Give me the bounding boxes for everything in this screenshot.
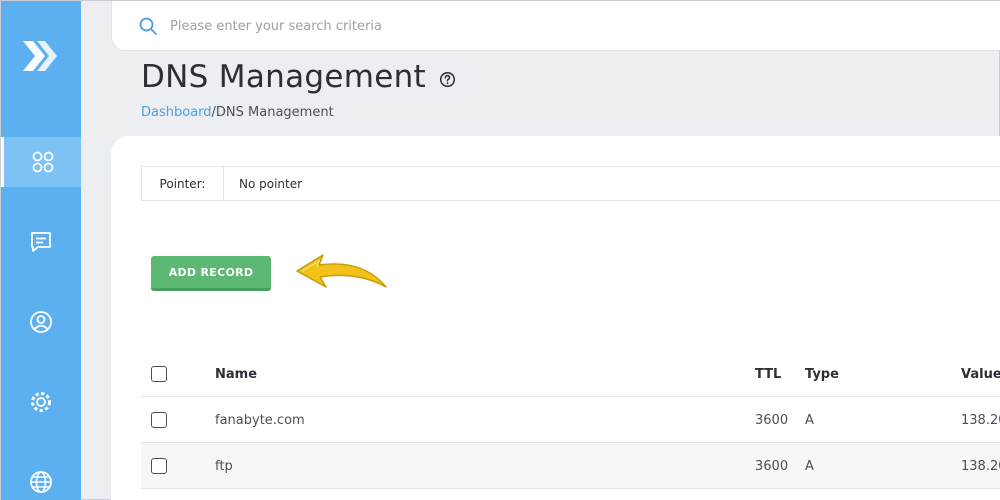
highlight-arrow-icon — [296, 254, 387, 288]
sidebar-item-dashboard[interactable] — [1, 137, 81, 187]
pointer-row: Pointer: No pointer — [141, 166, 1000, 201]
record-name: fanabyte.com — [215, 412, 305, 428]
sidebar-item-messages[interactable] — [1, 217, 81, 267]
table-header: Name TTL Type Value — [141, 351, 1000, 397]
pointer-label: Pointer: — [142, 167, 224, 200]
row-checkbox[interactable] — [151, 412, 167, 428]
breadcrumb: Dashboard/DNS Management — [141, 105, 334, 120]
add-record-button[interactable]: ADD RECORD — [151, 256, 271, 291]
column-header-value[interactable]: Value — [961, 351, 1000, 397]
search-bar — [111, 1, 1000, 51]
record-ttl: 3600 — [755, 412, 789, 428]
user-icon — [30, 311, 52, 333]
chat-icon — [31, 232, 51, 252]
record-name: ftp — [215, 458, 233, 474]
column-header-ttl[interactable]: TTL — [755, 351, 781, 397]
select-all-checkbox[interactable] — [151, 366, 167, 382]
table-row[interactable]: fanabyte.com 3600 A 138.201 — [141, 397, 1000, 443]
row-checkbox[interactable] — [151, 458, 167, 474]
breadcrumb-link-dashboard[interactable]: Dashboard — [141, 105, 212, 120]
search-input[interactable] — [170, 13, 770, 39]
breadcrumb-current: DNS Management — [215, 105, 334, 120]
record-type: A — [805, 458, 814, 474]
table-row[interactable]: ftp 3600 A 138.201 — [141, 443, 1000, 489]
record-type: A — [805, 412, 814, 428]
record-value: 138.201 — [961, 412, 1000, 428]
record-value: 138.201 — [961, 458, 1000, 474]
column-header-type[interactable]: Type — [805, 351, 839, 397]
logo-icon[interactable] — [21, 35, 61, 77]
column-header-name[interactable]: Name — [215, 351, 257, 397]
sidebar — [1, 1, 81, 500]
help-icon[interactable] — [439, 71, 456, 88]
record-ttl: 3600 — [755, 458, 789, 474]
search-icon[interactable] — [138, 16, 158, 36]
gear-icon — [31, 392, 51, 412]
page-title: DNS Management — [141, 59, 427, 95]
dashboard-grid-icon — [32, 151, 53, 173]
sidebar-item-domains[interactable] — [1, 457, 81, 500]
sidebar-item-account[interactable] — [1, 297, 81, 347]
sidebar-item-settings[interactable] — [1, 377, 81, 427]
globe-icon — [30, 471, 52, 493]
pointer-value: No pointer — [239, 176, 303, 191]
